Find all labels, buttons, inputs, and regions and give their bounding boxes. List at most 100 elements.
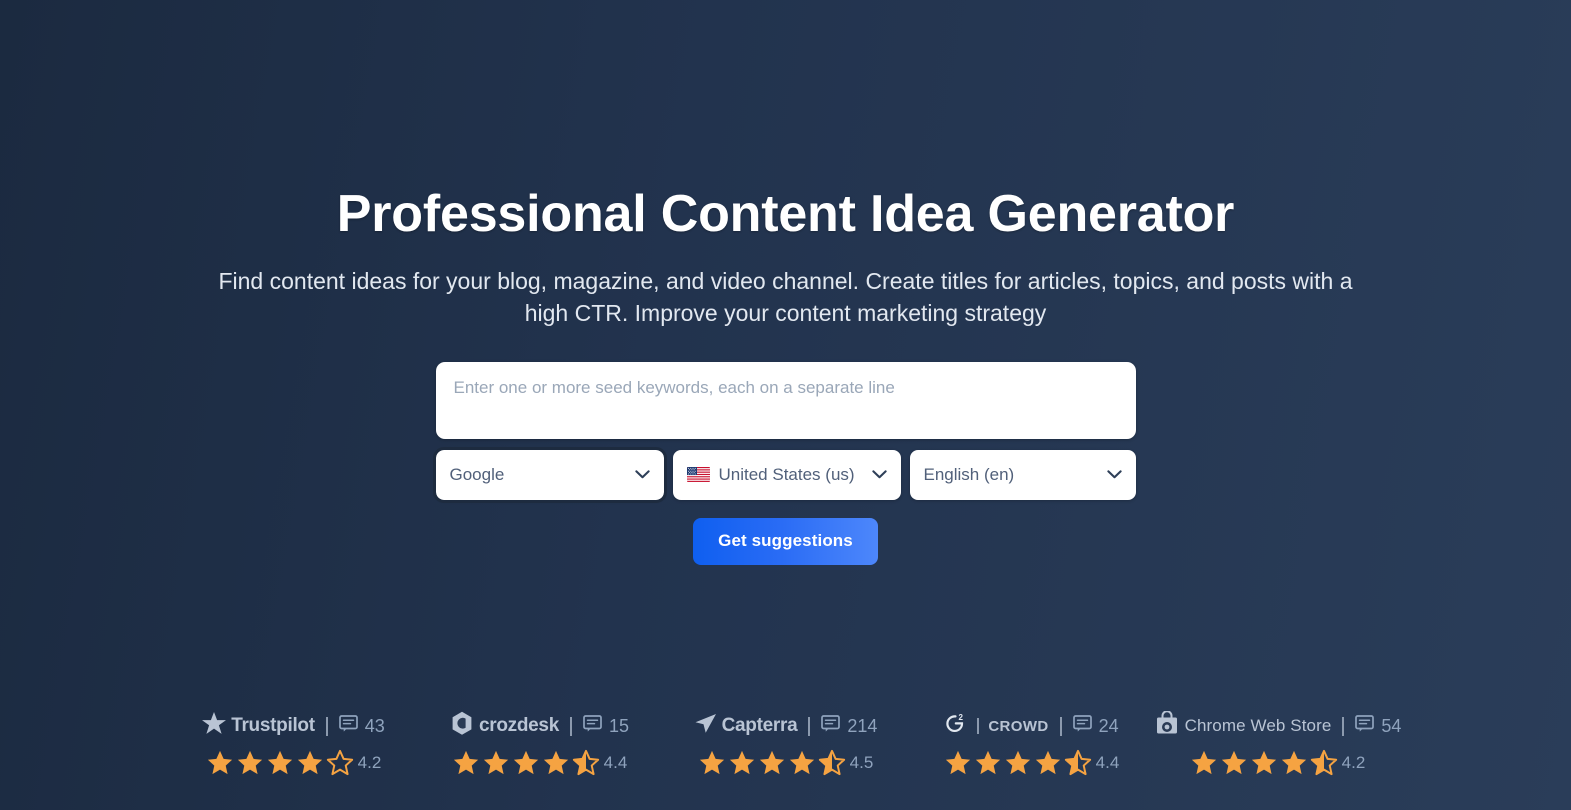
hero-section: Professional Content Idea Generator Find…	[0, 0, 1571, 330]
comment-icon	[821, 715, 841, 737]
review-count-group: 54	[1355, 715, 1401, 737]
star-rating: 4.5	[698, 749, 874, 777]
arrow-mark-icon	[694, 712, 717, 740]
comment-icon	[338, 715, 358, 737]
star-full-icon	[1004, 749, 1032, 777]
star-rating: 4.2	[1190, 749, 1366, 777]
star-full-icon	[236, 749, 264, 777]
star-full-icon	[512, 749, 540, 777]
star-mark-icon	[202, 712, 227, 740]
divider	[808, 716, 811, 736]
star-full-icon	[542, 749, 570, 777]
review-count-group: 214	[821, 715, 877, 737]
badge-header: Trustpilot 43	[202, 712, 385, 740]
language-value: English (en)	[923, 464, 1015, 484]
badge-trustpilot: Trustpilot 43 4.2	[171, 712, 417, 777]
star-full-icon	[1034, 749, 1062, 777]
divider	[569, 716, 572, 736]
review-count: 54	[1381, 715, 1402, 736]
review-count-group: 15	[583, 715, 629, 737]
star-full-icon	[1190, 749, 1218, 777]
star-full-icon	[698, 749, 726, 777]
trustpilot-wordmark: Trustpilot	[231, 715, 315, 736]
keyword-form: Google	[432, 361, 1136, 565]
comment-icon	[1355, 715, 1375, 737]
logo-inner-divider	[977, 718, 980, 734]
star-full-icon	[482, 749, 510, 777]
star-full-icon	[788, 749, 816, 777]
star-rating: 4.2	[206, 749, 382, 777]
review-count: 43	[364, 715, 385, 736]
rating-value: 4.4	[1095, 753, 1120, 772]
g2crowd-wordmark: CROWD	[988, 717, 1049, 735]
star-half-icon	[818, 749, 846, 777]
bag-mark-icon	[1154, 710, 1180, 741]
star-rating: 4.4	[452, 749, 628, 777]
star-full-icon	[266, 749, 294, 777]
badge-capterra: Capterra 214 4.5	[663, 712, 909, 777]
country-select[interactable]: United States (us)	[672, 449, 901, 500]
chevron-down-icon	[1106, 470, 1122, 479]
country-value: United States (us)	[718, 464, 855, 484]
review-count: 214	[847, 715, 878, 736]
svg-text:2: 2	[959, 713, 964, 722]
rating-value: 4.2	[1341, 753, 1366, 772]
review-count-group: 43	[338, 715, 385, 737]
star-rating: 4.4	[944, 749, 1120, 777]
badge-g2crowd: 2 CROWD 24 4.4	[909, 712, 1155, 777]
crozdesk-wordmark: crozdesk	[478, 715, 559, 736]
badge-header: crozdesk 15	[450, 711, 629, 741]
hexagon-mark-icon	[450, 711, 474, 741]
trust-badges: Trustpilot 43 4.2 crozdesk 15 4.4 Capter…	[0, 710, 1571, 777]
badge-header: Chrome Web Store 54	[1154, 710, 1401, 741]
us-flag-icon	[686, 467, 710, 483]
chrome-web-store-logo: Chrome Web Store	[1154, 710, 1332, 741]
page-subtitle: Find content ideas for your blog, magazi…	[218, 268, 1353, 326]
trustpilot-logo: Trustpilot	[202, 712, 315, 740]
comment-icon	[1072, 715, 1092, 737]
star-full-icon	[1250, 749, 1278, 777]
star-half-icon	[572, 749, 600, 777]
star-half-icon	[1064, 749, 1092, 777]
comment-icon	[583, 715, 602, 737]
star-full-icon	[1220, 749, 1248, 777]
capterra-wordmark: Capterra	[721, 715, 798, 736]
search-engine-select[interactable]: Google	[432, 446, 667, 503]
star-full-icon	[944, 749, 972, 777]
review-count-group: 24	[1072, 715, 1119, 737]
star-full-icon	[758, 749, 786, 777]
divider	[325, 716, 328, 736]
star-full-icon	[452, 749, 480, 777]
get-suggestions-button[interactable]: Get suggestions	[693, 517, 878, 565]
rating-value: 4.2	[357, 753, 382, 772]
review-count: 15	[608, 715, 629, 736]
star-full-icon	[728, 749, 756, 777]
divider	[1059, 716, 1062, 736]
language-select[interactable]: English (en)	[909, 449, 1136, 500]
star-full-icon	[296, 749, 324, 777]
badge-chrome-web-store: Chrome Web Store 54 4.2	[1154, 710, 1401, 777]
landing-page: Professional Content Idea Generator Find…	[0, 0, 1571, 810]
review-count: 24	[1098, 715, 1119, 736]
badge-crozdesk: crozdesk 15 4.4	[417, 711, 663, 777]
divider	[1342, 716, 1345, 736]
rating-value: 4.4	[603, 753, 628, 772]
g2-mark-icon: 2	[944, 712, 968, 740]
star-empty-icon	[326, 749, 354, 777]
search-engine-value: Google	[449, 464, 505, 484]
options-row: Google United States (us) English (en)	[432, 446, 1136, 503]
g2crowd-logo: 2 CROWD	[944, 712, 1048, 740]
star-full-icon	[974, 749, 1002, 777]
chevron-down-icon	[634, 470, 650, 479]
badge-header: 2 CROWD 24	[944, 712, 1119, 740]
badge-header: Capterra 214	[694, 712, 877, 740]
chevron-down-icon	[871, 470, 887, 479]
rating-value: 4.5	[849, 753, 874, 772]
chrome-web-store-wordmark: Chrome Web Store	[1184, 716, 1332, 735]
star-half-icon	[1310, 749, 1338, 777]
page-title: Professional Content Idea Generator	[336, 185, 1235, 243]
crozdesk-logo: crozdesk	[450, 711, 559, 741]
star-full-icon	[206, 749, 234, 777]
seed-keywords-input[interactable]	[435, 361, 1136, 439]
capterra-logo: Capterra	[694, 712, 798, 740]
